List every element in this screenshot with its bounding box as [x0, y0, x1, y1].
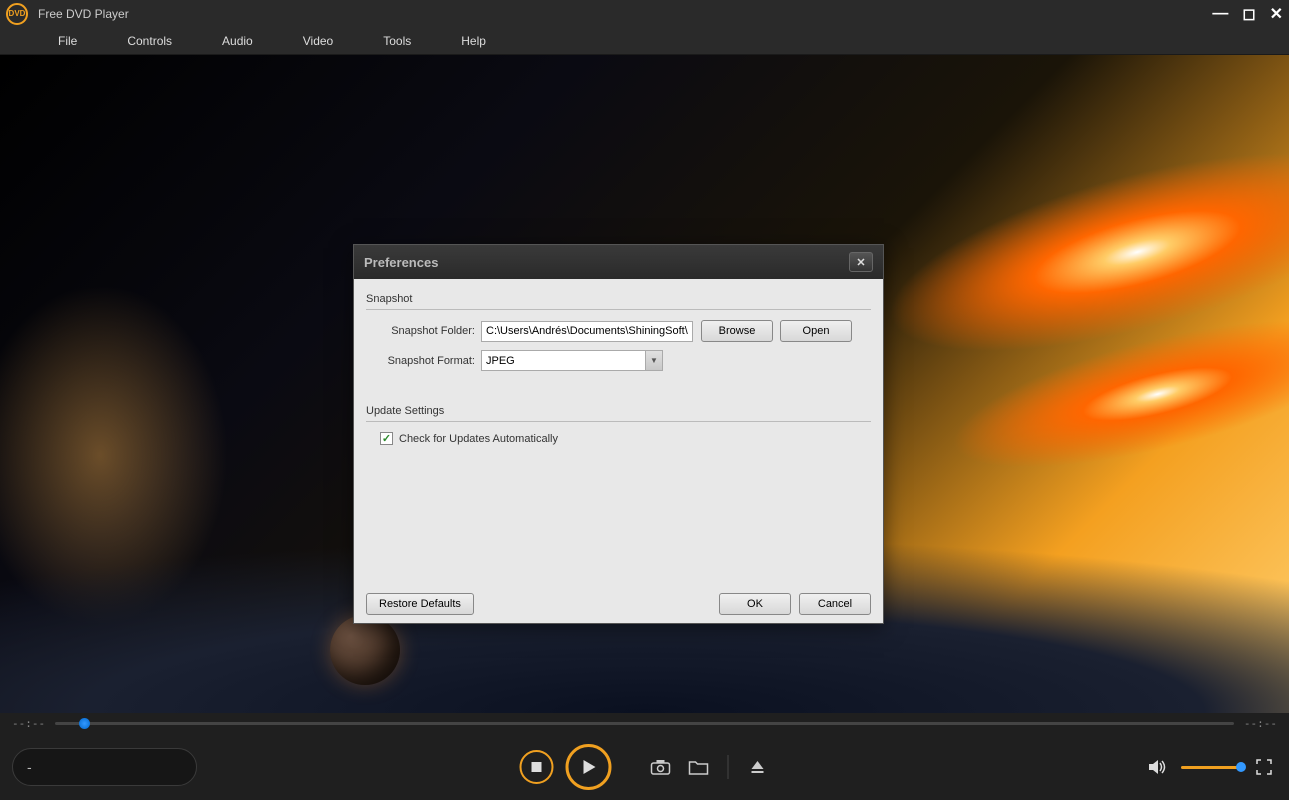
play-icon	[579, 758, 597, 776]
menu-file[interactable]: File	[58, 34, 77, 48]
center-controls	[519, 744, 770, 790]
minimize-icon[interactable]: —	[1212, 5, 1228, 23]
maximize-icon[interactable]: ◻	[1242, 4, 1255, 24]
menu-audio[interactable]: Audio	[222, 34, 253, 48]
folder-icon	[688, 759, 708, 775]
camera-icon	[650, 759, 670, 775]
snapshot-section-title: Snapshot	[366, 289, 871, 310]
app-title: Free DVD Player	[38, 7, 1212, 21]
stop-button[interactable]	[519, 750, 553, 784]
dialog-titlebar[interactable]: Preferences ✕	[354, 245, 883, 279]
app-logo-icon: DVD	[6, 3, 28, 25]
open-button[interactable]: Open	[780, 320, 852, 342]
logo-text: DVD	[9, 9, 26, 18]
check-updates-checkbox[interactable]: ✓	[380, 432, 393, 445]
time-display-text: -	[27, 759, 32, 775]
menu-tools[interactable]: Tools	[383, 34, 411, 48]
right-controls	[1145, 758, 1277, 776]
video-area[interactable]: Preferences ✕ Snapshot Snapshot Folder: …	[0, 55, 1289, 713]
dialog-footer: Restore Defaults OK Cancel	[366, 585, 871, 615]
browse-button[interactable]: Browse	[701, 320, 773, 342]
chevron-down-icon[interactable]: ▼	[646, 350, 663, 371]
time-current: --:--	[12, 717, 45, 730]
restore-defaults-button[interactable]: Restore Defaults	[366, 593, 474, 615]
menu-controls[interactable]: Controls	[127, 34, 172, 48]
snapshot-folder-input[interactable]	[481, 321, 693, 342]
snapshot-format-value[interactable]	[481, 350, 646, 371]
dialog-close-button[interactable]: ✕	[849, 252, 873, 272]
eject-button[interactable]	[744, 759, 770, 775]
check-updates-label: Check for Updates Automatically	[399, 433, 558, 445]
snapshot-format-row: Snapshot Format: ▼	[366, 350, 871, 371]
snapshot-folder-row: Snapshot Folder: Browse Open	[366, 320, 871, 342]
eject-icon	[749, 759, 765, 775]
cancel-button[interactable]: Cancel	[799, 593, 871, 615]
fullscreen-icon	[1256, 759, 1272, 775]
bg-planet	[330, 615, 400, 685]
time-total: --:--	[1244, 717, 1277, 730]
open-folder-button[interactable]	[685, 759, 711, 775]
menu-help[interactable]: Help	[461, 34, 486, 48]
volume-button[interactable]	[1145, 758, 1171, 776]
volume-slider[interactable]	[1181, 766, 1241, 769]
divider	[727, 755, 728, 779]
preferences-dialog: Preferences ✕ Snapshot Snapshot Folder: …	[353, 244, 884, 624]
snapshot-format-label: Snapshot Format:	[366, 355, 481, 367]
time-display: -	[12, 748, 197, 786]
seek-thumb[interactable]	[79, 718, 90, 729]
window-controls: — ◻ ✕	[1212, 4, 1283, 24]
titlebar: DVD Free DVD Player — ◻ ✕	[0, 0, 1289, 27]
close-icon[interactable]: ✕	[1270, 4, 1283, 24]
speaker-icon	[1148, 758, 1168, 776]
snapshot-folder-label: Snapshot Folder:	[366, 325, 481, 337]
player-controls: -	[0, 734, 1289, 800]
dialog-body: Snapshot Snapshot Folder: Browse Open Sn…	[354, 279, 883, 623]
stop-icon	[530, 761, 542, 773]
play-button[interactable]	[565, 744, 611, 790]
fullscreen-button[interactable]	[1251, 759, 1277, 775]
snapshot-format-select[interactable]: ▼	[481, 350, 663, 371]
check-updates-row[interactable]: ✓ Check for Updates Automatically	[366, 432, 871, 445]
menu-video[interactable]: Video	[303, 34, 333, 48]
ok-button[interactable]: OK	[719, 593, 791, 615]
update-section-title: Update Settings	[366, 401, 871, 422]
seekbar: --:-- --:--	[0, 713, 1289, 734]
seek-track[interactable]	[55, 722, 1234, 725]
dialog-title-text: Preferences	[364, 255, 438, 270]
snapshot-button[interactable]	[647, 759, 673, 775]
menubar: File Controls Audio Video Tools Help	[0, 27, 1289, 55]
